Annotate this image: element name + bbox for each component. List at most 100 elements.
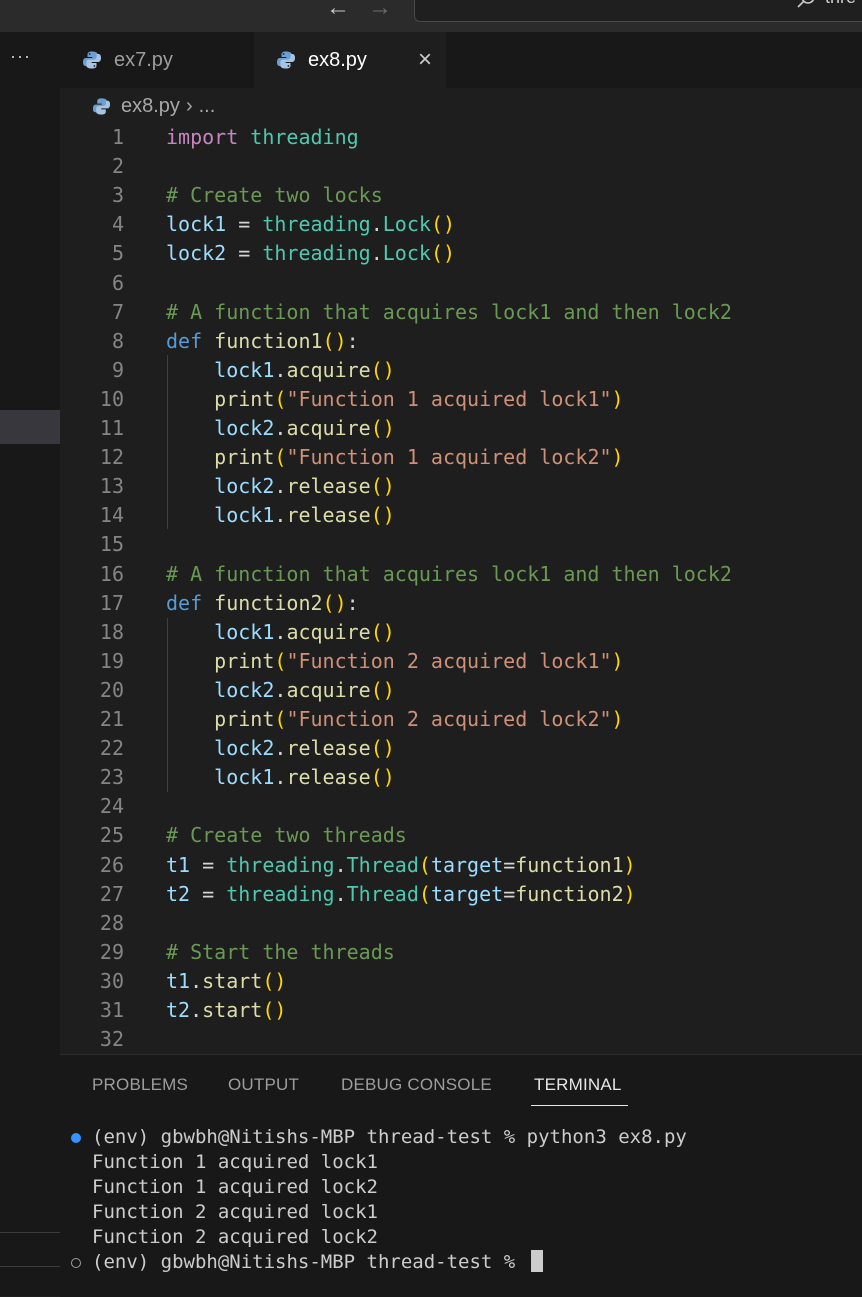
code-token: print — [214, 386, 275, 411]
code-line[interactable]: 18 lock1.acquire() — [60, 618, 862, 647]
code-token: : — [346, 328, 359, 353]
breadcrumb-symbols[interactable]: ... — [199, 95, 216, 118]
code-text: lock2.release() — [166, 734, 395, 763]
arrow-right-icon[interactable]: → — [368, 0, 392, 20]
code-line[interactable]: 4 lock1 = threading.Lock() — [60, 210, 862, 239]
breadcrumb-file[interactable]: ex8.py — [121, 95, 180, 118]
code-line[interactable]: 2 — [60, 152, 862, 181]
code-line[interactable]: 28 — [60, 909, 862, 938]
code-line[interactable]: 12 print("Function 1 acquired lock2") — [60, 443, 862, 472]
code-token: start — [202, 968, 263, 993]
panel-tab-debug-console[interactable]: DEBUG CONSOLE — [341, 1075, 492, 1095]
code-line[interactable]: 25 # Create two threads — [60, 821, 862, 850]
line-number: 20 — [99, 677, 124, 702]
code-token: ( — [418, 852, 431, 877]
code-line[interactable]: 15 — [60, 530, 862, 559]
line-number: 30 — [99, 968, 124, 993]
close-icon[interactable]: × — [418, 46, 432, 74]
arrow-left-icon[interactable]: ← — [326, 0, 350, 20]
terminal-line: Function 1 acquired lock2 — [92, 1176, 378, 1198]
tab-ex7-py[interactable]: ex7.py — [60, 32, 254, 88]
code-line[interactable]: 1 import threading — [60, 123, 862, 152]
code-line[interactable]: 32 — [60, 1025, 862, 1054]
code-text: print("Function 2 acquired lock1") — [166, 647, 624, 676]
code-line[interactable]: 22 lock2.release() — [60, 734, 862, 763]
code-line[interactable]: 27 t2 = threading.Thread(target=function2… — [60, 880, 862, 909]
code-token: . — [190, 968, 203, 993]
code-token: () — [430, 212, 456, 237]
code-token: = — [226, 212, 263, 237]
code-token: = — [503, 881, 516, 906]
code-line[interactable]: 24 — [60, 792, 862, 821]
code-line[interactable]: 29 # Start the threads — [60, 938, 862, 967]
line-number: 6 — [111, 270, 124, 295]
code-token: release — [286, 503, 371, 528]
title-bar: ← → thre — [0, 0, 862, 33]
code-token: ) — [611, 386, 624, 411]
panel-tab-terminal[interactable]: TERMINAL — [534, 1075, 622, 1095]
command-center-search[interactable]: thre — [414, 0, 862, 22]
line-number: 24 — [99, 794, 124, 819]
code-line[interactable]: 5 lock2 = threading.Lock() — [60, 239, 862, 268]
code-token: threading — [226, 852, 335, 877]
panel-tab-output[interactable]: OUTPUT — [228, 1075, 299, 1095]
code-text: def function2(): — [166, 589, 359, 618]
code-line[interactable]: 23 lock1.release() — [60, 763, 862, 792]
code-token: lock1 — [166, 212, 227, 237]
python-file-icon — [277, 51, 295, 69]
terminal-prompt[interactable]: (env) gbwbh@Nitishs-MBP thread-test % — [92, 1250, 543, 1275]
code-line[interactable]: 8 def function1(): — [60, 327, 862, 356]
code-token: ( — [274, 445, 287, 470]
tab-label: ex7.py — [114, 48, 173, 71]
code-line[interactable]: 7 # A function that acquires lock1 and th… — [60, 298, 862, 327]
code-line[interactable]: 26 t1 = threading.Thread(target=function1… — [60, 851, 862, 880]
code-line[interactable]: 19 print("Function 2 acquired lock1") — [60, 647, 862, 676]
code-token: lock1 — [214, 765, 275, 790]
line-number: 13 — [99, 474, 124, 499]
code-token: ( — [274, 707, 287, 731]
sidebar-selected-row[interactable] — [0, 410, 60, 444]
code-line[interactable]: 10 print("Function 1 acquired lock1") — [60, 385, 862, 414]
code-line[interactable]: 11 lock2.acquire() — [60, 414, 862, 443]
code-line[interactable]: 13 lock2.release() — [60, 472, 862, 501]
code-token: print — [214, 707, 275, 731]
code-text: lock1 = threading.Lock() — [166, 210, 455, 239]
line-number: 16 — [99, 561, 124, 586]
code-token: def — [166, 328, 203, 353]
line-number: 12 — [99, 445, 124, 470]
panel-tab-problems[interactable]: PROBLEMS — [92, 1075, 188, 1095]
code-line[interactable]: 14 lock1.release() — [60, 501, 862, 530]
code-line[interactable]: 9 lock1.acquire() — [60, 356, 862, 385]
code-token: threading — [262, 212, 371, 237]
code-text: lock1.release() — [166, 763, 395, 792]
code-line[interactable]: 21 print("Function 2 acquired lock2") — [60, 705, 862, 734]
more-icon[interactable]: ··· — [10, 46, 31, 67]
code-token: ) — [611, 648, 624, 673]
code-line[interactable]: 16 # A function that acquires lock1 and t… — [60, 560, 862, 589]
code-token: . — [370, 212, 383, 237]
code-token: ) — [623, 852, 636, 877]
code-token: Thread — [346, 852, 419, 877]
code-line[interactable]: 6 — [60, 269, 862, 298]
line-number: 29 — [99, 939, 124, 964]
code-line[interactable]: 17 def function2(): — [60, 589, 862, 618]
code-line[interactable]: 20 lock2.acquire() — [60, 676, 862, 705]
tab-ex8-py[interactable]: ex8.py × — [254, 32, 446, 88]
code-token: () — [430, 241, 456, 266]
code-line[interactable]: 30 t1.start() — [60, 967, 862, 996]
code-line[interactable]: 3 # Create two locks — [60, 181, 862, 210]
code-token: . — [334, 881, 347, 906]
code-line[interactable]: 31 t2.start() — [60, 996, 862, 1025]
code-token: . — [274, 503, 287, 528]
code-token: threading — [226, 881, 335, 906]
line-number: 8 — [111, 328, 124, 353]
tab-label: ex8.py — [308, 48, 367, 71]
line-number: 28 — [99, 910, 124, 935]
code-token: # Create two locks — [166, 183, 383, 208]
code-token: () — [370, 619, 395, 644]
